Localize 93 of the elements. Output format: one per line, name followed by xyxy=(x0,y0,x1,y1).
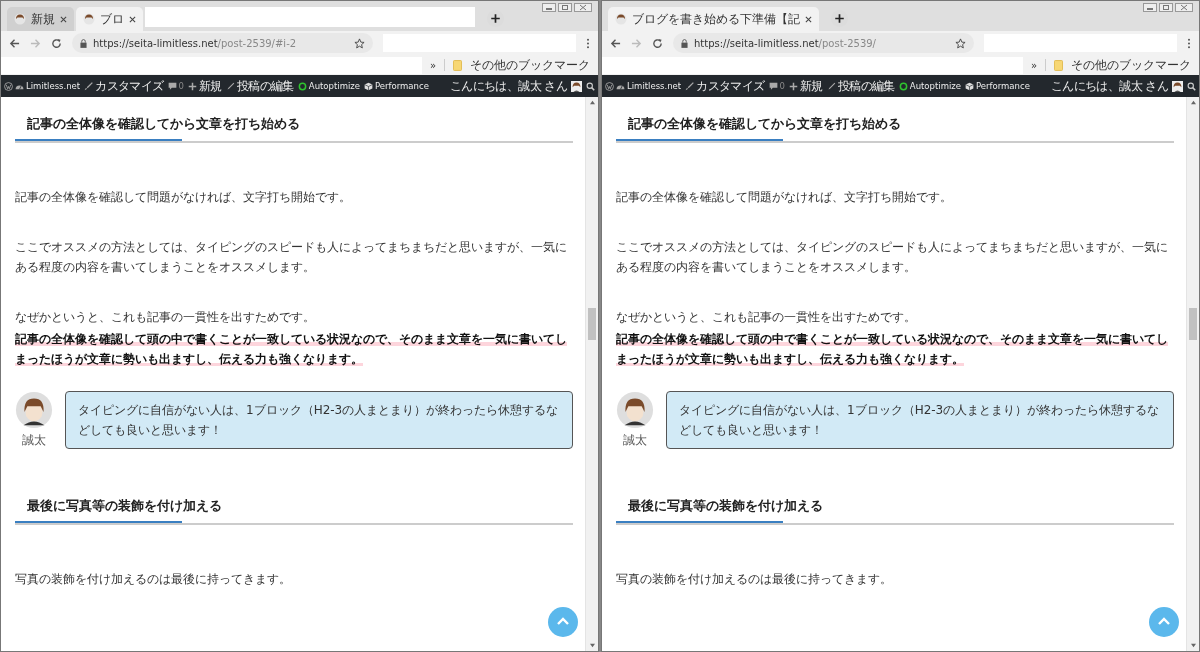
speech-bubble: タイピングに自信がない人は、1ブロック（H2-3の人まとまり）が終わったら休憩するなどしても良いと思います！ xyxy=(666,391,1174,449)
section-heading: 記事の全体像を確認してから文章を打ち始める xyxy=(616,115,1174,143)
speaker-name: 誠太 xyxy=(623,432,647,449)
speech-bubble: タイピングに自信がない人は、1ブロック（H2-3の人まとまり）が終わったら休憩するなどしても良いと思います！ xyxy=(65,391,573,449)
pencil-icon xyxy=(225,81,235,91)
more-bookmarks-chevron[interactable]: » xyxy=(1030,59,1037,71)
avatar-icon xyxy=(1172,80,1183,92)
paragraph: ここでオススメの方法としては、タイピングのスピードも人によってまちまちだと思いますが、一気にある程度の内容を書いてしまうことをオススメします。 xyxy=(15,239,568,276)
browser-tab[interactable]: 新規 xyxy=(7,7,74,31)
highlighted-paragraph: 記事の全体像を確認して頭の中で書くことが一致している状況なので、そのまま文章を一気に書いてしまったほうが文章に勢いも出ますし、伝える力も強くなります。 xyxy=(616,331,1169,368)
section-heading: 記事の全体像を確認してから文章を打ち始める xyxy=(15,115,573,143)
paragraph: ここでオススメの方法としては、タイピングのスピードも人によってまちまちだと思いますが、一気にある程度の内容を書いてしまうことをオススメします。 xyxy=(616,239,1169,276)
scrollbar-thumb[interactable] xyxy=(1189,308,1197,340)
performance-link[interactable]: Performance xyxy=(976,81,1030,91)
lock-icon xyxy=(80,38,87,48)
comment-icon xyxy=(768,81,778,91)
folder-icon xyxy=(453,59,462,71)
star-icon[interactable] xyxy=(955,37,966,49)
edit-post-link[interactable]: 投稿の編集 xyxy=(837,77,895,95)
avatar-icon xyxy=(616,391,654,429)
plus-icon xyxy=(188,81,197,91)
customize-link[interactable]: カスタマイズ xyxy=(95,77,164,95)
reload-icon[interactable] xyxy=(51,37,62,49)
paragraph: 記事の全体像を確認して問題がなければ、文字打ち開始です。 xyxy=(616,189,953,206)
scroll-down-icon[interactable] xyxy=(1189,643,1197,648)
back-icon[interactable] xyxy=(9,37,20,49)
bookmark-folder[interactable]: その他のブックマーク xyxy=(470,56,590,74)
autoptimize-link[interactable]: Autoptimize xyxy=(308,81,360,91)
avatar-favicon-icon xyxy=(615,13,627,25)
scroll-up-icon[interactable] xyxy=(1189,100,1197,105)
close-icon[interactable] xyxy=(805,15,812,23)
minimize-icon[interactable] xyxy=(542,3,556,12)
greeting-link[interactable]: こんにちは、誠太 さん xyxy=(1050,77,1168,95)
section-heading: 最後に写真等の装飾を付け加える xyxy=(616,497,1174,525)
lock-icon xyxy=(681,38,688,48)
paragraph: なぜかというと、これも記事の一貫性を出すためです。 xyxy=(15,309,316,326)
avatar-icon xyxy=(571,80,582,92)
cube-icon xyxy=(965,81,974,91)
paragraph: なぜかというと、これも記事の一貫性を出すためです。 xyxy=(616,309,917,326)
status-circle-icon xyxy=(898,81,908,91)
restore-icon[interactable] xyxy=(1159,3,1173,12)
close-icon[interactable] xyxy=(129,15,136,23)
customize-link[interactable]: カスタマイズ xyxy=(696,77,765,95)
cube-icon xyxy=(364,81,373,91)
scroll-up-icon[interactable] xyxy=(588,100,596,105)
new-link[interactable]: 新規 xyxy=(800,77,823,95)
autoptimize-link[interactable]: Autoptimize xyxy=(909,81,961,91)
minimize-icon[interactable] xyxy=(1143,3,1157,12)
paragraph: 写真の装飾を付け加えるのは最後に持ってきます。 xyxy=(15,571,292,588)
back-icon[interactable] xyxy=(610,37,621,49)
wordpress-logo-icon[interactable] xyxy=(605,81,614,91)
address-field[interactable]: https://seita-limitless.net/post-2539/#i-2 xyxy=(72,33,373,53)
plus-icon xyxy=(789,81,798,91)
paragraph: 写真の装飾を付け加えるのは最後に持ってきます。 xyxy=(616,571,893,588)
reload-icon[interactable] xyxy=(652,37,663,49)
comment-icon xyxy=(167,81,177,91)
star-icon[interactable] xyxy=(354,37,365,49)
site-link[interactable]: Limitless.net xyxy=(627,81,682,91)
search-icon[interactable] xyxy=(586,81,595,91)
section-heading: 最後に写真等の装飾を付け加える xyxy=(15,497,573,525)
brush-icon xyxy=(84,81,94,91)
menu-icon[interactable] xyxy=(586,37,590,49)
avatar-favicon-icon xyxy=(83,13,95,25)
bookmark-folder[interactable]: その他のブックマーク xyxy=(1071,56,1191,74)
avatar-icon xyxy=(15,391,53,429)
new-link[interactable]: 新規 xyxy=(199,77,222,95)
edit-post-link[interactable]: 投稿の編集 xyxy=(236,77,294,95)
status-circle-icon xyxy=(297,81,307,91)
more-bookmarks-chevron[interactable]: » xyxy=(429,59,436,71)
address-field[interactable]: https://seita-limitless.net/post-2539/ xyxy=(673,33,974,53)
close-icon[interactable] xyxy=(574,3,592,12)
browser-tab[interactable]: ブロ xyxy=(76,7,143,31)
comment-count[interactable]: 0 xyxy=(779,81,785,91)
close-icon[interactable] xyxy=(60,15,67,23)
highlighted-paragraph: 記事の全体像を確認して頭の中で書くことが一致している状況なので、そのまま文章を一気に書いてしまったほうが文章に勢いも出ますし、伝える力も強くなります。 xyxy=(15,331,568,368)
brush-icon xyxy=(685,81,695,91)
scrollbar-thumb[interactable] xyxy=(588,308,596,340)
pencil-icon xyxy=(826,81,836,91)
browser-tab[interactable]: ブログを書き始める下準備【記 xyxy=(608,7,819,31)
comment-count[interactable]: 0 xyxy=(178,81,184,91)
folder-icon xyxy=(1054,59,1063,71)
close-icon[interactable] xyxy=(1175,3,1193,12)
scroll-down-icon[interactable] xyxy=(588,643,596,648)
greeting-link[interactable]: こんにちは、誠太 さん xyxy=(449,77,567,95)
performance-link[interactable]: Performance xyxy=(375,81,429,91)
avatar-favicon-icon xyxy=(14,13,26,25)
restore-icon[interactable] xyxy=(558,3,572,12)
search-icon[interactable] xyxy=(1187,81,1196,91)
speaker-name: 誠太 xyxy=(22,432,46,449)
menu-icon[interactable] xyxy=(1187,37,1191,49)
paragraph: 記事の全体像を確認して問題がなければ、文字打ち開始です。 xyxy=(15,189,352,206)
wordpress-logo-icon[interactable] xyxy=(4,81,13,91)
site-link[interactable]: Limitless.net xyxy=(26,81,81,91)
